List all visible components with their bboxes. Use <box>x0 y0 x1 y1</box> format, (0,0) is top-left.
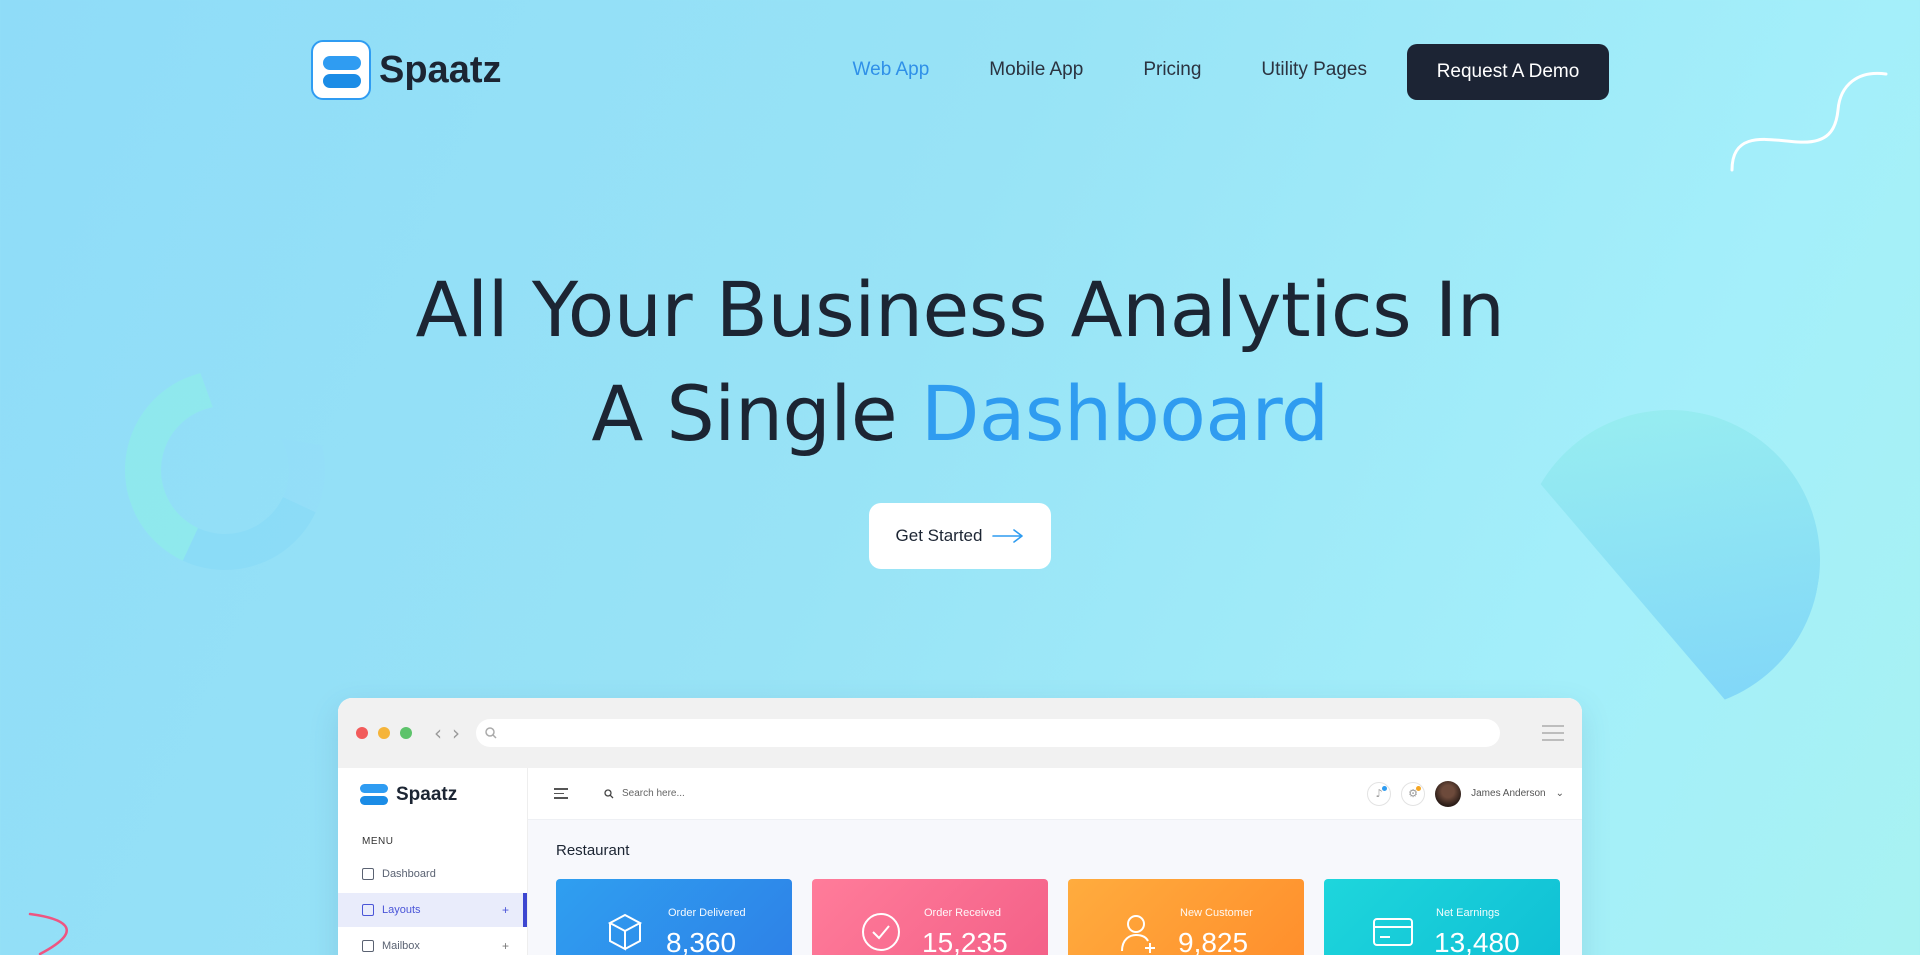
dashboard-brand-name: Spaatz <box>396 784 458 805</box>
dashboard-sidebar: Spaatz MENU Dashboard Layouts + Mailbox … <box>338 768 528 955</box>
topbar-right: ♪ ⚙ James Anderson ⌄ <box>1367 780 1564 807</box>
nav-link-pricing[interactable]: Pricing <box>1143 59 1201 81</box>
dashboard-topbar: Search here... ♪ ⚙ James Anderson ⌄ <box>528 768 1582 820</box>
section-title: Restaurant <box>556 842 630 859</box>
logo-mark-icon <box>311 40 371 100</box>
stat-card-order-received: Order Received 15,235 <box>812 879 1048 955</box>
browser-address-bar <box>476 719 1500 747</box>
brand-logo[interactable]: Spaatz <box>311 40 501 100</box>
top-navigation: Spaatz Web App Mobile App Pricing Utilit… <box>311 38 1609 102</box>
chevron-right-icon: › <box>452 721 460 745</box>
stat-card-net-earnings: Net Earnings 13,480 <box>1324 879 1560 955</box>
stat-label: Net Earnings <box>1436 907 1500 919</box>
expand-plus-icon: + <box>501 903 509 917</box>
browser-menu-icon <box>1542 725 1564 741</box>
avatar <box>1435 780 1462 807</box>
check-circle-icon <box>862 913 900 951</box>
hamburger-icon <box>554 788 568 799</box>
brand-name: Spaatz <box>379 48 502 91</box>
nav-link-utility-pages[interactable]: Utility Pages <box>1261 59 1367 81</box>
logo-mark-icon <box>360 784 388 806</box>
get-started-label: Get Started <box>895 526 983 545</box>
get-started-button[interactable]: Get Started <box>869 503 1051 569</box>
window-close-dot <box>356 727 368 739</box>
expand-plus-icon: + <box>501 939 509 953</box>
sidebar-item-dashboard: Dashboard <box>338 857 527 891</box>
sidebar-item-label: Mailbox <box>382 940 420 952</box>
window-maximize-dot <box>400 727 412 739</box>
search-placeholder: Search here... <box>622 788 685 799</box>
stat-card-order-delivered: Order Delivered 8,360 <box>556 879 792 955</box>
mail-icon <box>362 940 374 952</box>
sidebar-item-label: Layouts <box>382 904 421 916</box>
hero-title: All Your Business Analytics In A Single … <box>0 258 1920 466</box>
dashboard-app: Spaatz MENU Dashboard Layouts + Mailbox … <box>338 768 1582 955</box>
decorative-squiggle <box>1730 71 1888 172</box>
nav-link-mobile-app[interactable]: Mobile App <box>989 59 1083 81</box>
main-menu: Web App Mobile App Pricing Utility Pages <box>853 59 1367 81</box>
stat-card-new-customer: New Customer 9,825 <box>1068 879 1304 955</box>
sidebar-item-label: Dashboard <box>382 868 436 880</box>
dashboard-preview-browser: ‹ › Spaatz MENU Dashboard Layouts + Mail… <box>338 698 1582 955</box>
user-name: James Anderson <box>1471 788 1546 799</box>
stat-label: Order Delivered <box>668 907 746 919</box>
credit-card-icon <box>1373 918 1413 946</box>
decorative-squiggle-pink <box>28 912 68 955</box>
dashboard-main: Search here... ♪ ⚙ James Anderson ⌄ Rest… <box>528 768 1582 955</box>
sidebar-menu-heading: MENU <box>362 836 394 847</box>
chevron-left-icon: ‹ <box>434 721 442 745</box>
box-icon <box>607 913 643 951</box>
search-icon <box>604 788 614 798</box>
request-demo-button[interactable]: Request A Demo <box>1407 44 1609 100</box>
arrow-right-icon <box>992 529 1024 543</box>
hero-title-accent: Dashboard <box>920 369 1329 458</box>
stat-label: New Customer <box>1180 907 1253 919</box>
hero-title-line1: All Your Business Analytics In <box>415 265 1505 354</box>
sidebar-item-layouts: Layouts + <box>338 893 527 927</box>
grid-icon <box>362 868 374 880</box>
stat-cards: Order Delivered 8,360 Order Received 15,… <box>528 859 1582 955</box>
bell-icon: ♪ <box>1367 781 1392 806</box>
sidebar-item-mailbox: Mailbox + <box>338 929 527 955</box>
user-add-icon <box>1121 915 1155 953</box>
layers-icon <box>362 904 374 916</box>
stat-value: 13,480 <box>1434 927 1520 955</box>
stat-value: 8,360 <box>666 927 737 955</box>
search-icon <box>485 727 497 739</box>
stat-value: 15,235 <box>922 927 1008 955</box>
stat-value: 9,825 <box>1178 927 1249 955</box>
browser-toolbar: ‹ › <box>338 698 1582 768</box>
dashboard-search: Search here... <box>604 788 685 799</box>
nav-link-web-app[interactable]: Web App <box>853 59 930 81</box>
window-minimize-dot <box>378 727 390 739</box>
browser-nav-arrows: ‹ › <box>434 721 460 745</box>
hero-title-line2-prefix: A Single <box>591 369 898 458</box>
dashboard-logo: Spaatz <box>338 784 527 806</box>
gear-icon: ⚙ <box>1401 781 1426 806</box>
stat-label: Order Received <box>924 907 1002 919</box>
chevron-down-icon: ⌄ <box>1555 788 1564 799</box>
